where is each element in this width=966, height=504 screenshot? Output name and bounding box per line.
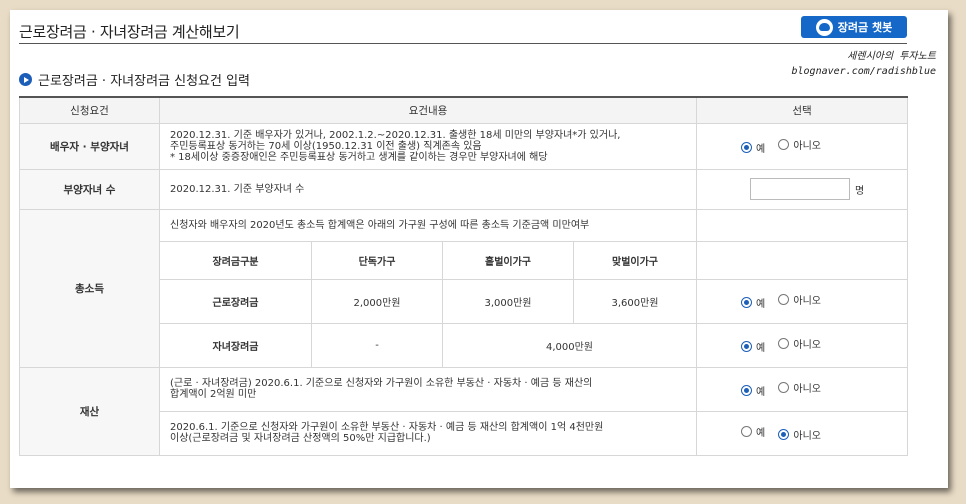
children-unit: 명 <box>855 185 865 197</box>
subheader-single: 단독가구 <box>311 240 443 280</box>
work-radio-yes[interactable]: 예 <box>741 295 765 310</box>
radio-selected-icon <box>778 429 790 440</box>
section-title: 근로장려금 · 자녀장려금 신청요건 입력 <box>38 74 251 89</box>
spouse-line3: * 18세이상 중증장애인은 주민등록표상 동거하고 생계를 같이하는 경우만 … <box>170 151 548 163</box>
work-single-value: 2,000만원 <box>311 278 443 324</box>
spouse-radio-yes[interactable]: 예 <box>741 140 765 155</box>
spouse-line1: 2020.12.31. 기준 배우자가 있거나, 2002.1.2.~2020.… <box>170 129 621 141</box>
arrow-circle-icon <box>19 73 32 86</box>
radio-yes-label: 예 <box>756 144 766 155</box>
assets-b-radio-yes[interactable]: 예 <box>741 424 765 439</box>
table-row: 배우자 · 부양자녀 2020.12.31. 기준 배우자가 있거나, 2002… <box>19 122 909 170</box>
table-row: 부양자녀 수 2020.12.31. 기준 부양자녀 수 명 <box>19 168 909 210</box>
title-divider <box>19 43 907 44</box>
radio-unselected-icon <box>741 426 753 437</box>
chatbot-button-label: 장려금 챗봇 <box>837 21 893 34</box>
spouse-radio-no[interactable]: 아니오 <box>778 137 821 152</box>
assets-a-choice: 예 아니오 <box>696 366 909 412</box>
radio-no-label: 아니오 <box>793 340 822 351</box>
child-radio-yes[interactable]: 예 <box>741 339 765 354</box>
children-content: 2020.12.31. 기준 부양자녀 수 <box>158 168 698 210</box>
assets-b-content: 2020.6.1. 기준으로 신청자와 가구원이 소유한 부동산 · 자동차 ·… <box>158 410 698 456</box>
child-radio-no[interactable]: 아니오 <box>778 336 821 351</box>
chatbot-button[interactable]: 장려금 챗봇 <box>801 16 907 38</box>
header-choice: 선택 <box>696 96 909 124</box>
row-label-assets: 재산 <box>19 366 160 456</box>
work-dual-value: 3,600만원 <box>572 278 698 324</box>
radio-selected-icon <box>741 341 753 352</box>
children-count-input[interactable] <box>750 178 851 200</box>
assets-a-content: (근로 · 자녀장려금) 2020.6.1. 기준으로 신청자와 가구원이 소유… <box>158 366 698 412</box>
child-single-value: - <box>311 322 443 368</box>
table-row: 총소득 신청자와 배우자의 2020년도 총소득 합계액은 아래의 가구원 구성… <box>19 208 909 368</box>
child-incentive-label: 자녀장려금 <box>159 322 312 368</box>
robot-icon <box>815 18 833 36</box>
radio-selected-icon <box>741 297 753 308</box>
subheader-type: 장려금구분 <box>159 240 312 280</box>
income-desc: 신청자와 배우자의 2020년도 총소득 합계액은 아래의 가구원 구성에 따른… <box>158 208 698 242</box>
empty-cell <box>696 240 909 280</box>
spouse-line2: 주민등록표상 동거하는 70세 이상(1950.12.31 이전 출생) 직계존… <box>170 140 482 152</box>
subheader-one-earner: 홑벌이가구 <box>442 240 574 280</box>
radio-no-label: 아니오 <box>793 431 822 442</box>
row-label-spouse: 배우자 · 부양자녀 <box>19 122 160 170</box>
radio-selected-icon <box>741 385 753 396</box>
watermark-line1: 세렌시아의 투자노트 <box>847 51 936 62</box>
assets-a-line1: (근로 · 자녀장려금) 2020.6.1. 기준으로 신청자와 가구원이 소유… <box>170 378 593 389</box>
radio-yes-label: 예 <box>756 387 766 398</box>
radio-unselected-icon <box>778 338 790 349</box>
work-incentive-label: 근로장려금 <box>159 278 312 324</box>
empty-cell <box>696 208 909 242</box>
work-choice: 예 아니오 <box>696 278 909 324</box>
section-heading: 근로장려금 · 자녀장려금 신청요건 입력 <box>19 70 250 89</box>
row-label-income: 총소득 <box>19 208 160 368</box>
row-label-children: 부양자녀 수 <box>19 168 160 210</box>
child-choice: 예 아니오 <box>696 322 909 368</box>
assets-b-radio-no[interactable]: 아니오 <box>778 427 821 442</box>
radio-unselected-icon <box>778 294 790 305</box>
work-radio-no[interactable]: 아니오 <box>778 292 821 307</box>
child-combined-value: 4,000만원 <box>441 322 698 368</box>
assets-a-line2: 합계액이 2억원 미만 <box>170 389 257 400</box>
page-title: 근로장려금 · 자녀장려금 계산해보기 <box>19 23 240 41</box>
radio-selected-icon <box>741 142 753 153</box>
header-requirement: 신청요건 <box>19 96 160 124</box>
subheader-dual-earner: 맞벌이가구 <box>572 240 698 280</box>
header-content: 요건내용 <box>158 96 698 124</box>
radio-no-label: 아니오 <box>793 384 822 395</box>
radio-unselected-icon <box>778 382 790 393</box>
assets-b-line1: 2020.6.1. 기준으로 신청자와 가구원이 소유한 부동산 · 자동차 ·… <box>170 422 604 433</box>
assets-a-radio-no[interactable]: 아니오 <box>778 380 821 395</box>
radio-yes-label: 예 <box>756 343 766 354</box>
assets-a-radio-yes[interactable]: 예 <box>741 383 765 398</box>
radio-no-label: 아니오 <box>793 296 822 307</box>
table-header-row: 신청요건 요건내용 선택 <box>19 96 909 124</box>
spouse-choice: 예 아니오 <box>696 122 909 170</box>
watermark: 세렌시아의 투자노트 blognaver.com/radishblue <box>792 49 937 79</box>
work-one-value: 3,000만원 <box>442 278 574 324</box>
table-row: 재산 (근로 · 자녀장려금) 2020.6.1. 기준으로 신청자와 가구원이… <box>19 366 909 456</box>
radio-yes-label: 예 <box>756 428 766 439</box>
watermark-line2: blognaver.com/radishblue <box>791 66 937 77</box>
assets-b-choice: 예 아니오 <box>696 410 909 456</box>
radio-no-label: 아니오 <box>793 141 822 152</box>
assets-b-line2: 이상(근로장려금 및 자녀장려금 산정액의 50%만 지급합니다.) <box>170 433 431 444</box>
requirements-table: 신청요건 요건내용 선택 배우자 · 부양자녀 2020.12.31. 기준 배… <box>19 96 909 456</box>
radio-unselected-icon <box>778 139 790 150</box>
children-choice: 명 <box>696 168 909 210</box>
radio-yes-label: 예 <box>756 299 766 310</box>
spouse-content: 2020.12.31. 기준 배우자가 있거나, 2002.1.2.~2020.… <box>158 122 698 170</box>
